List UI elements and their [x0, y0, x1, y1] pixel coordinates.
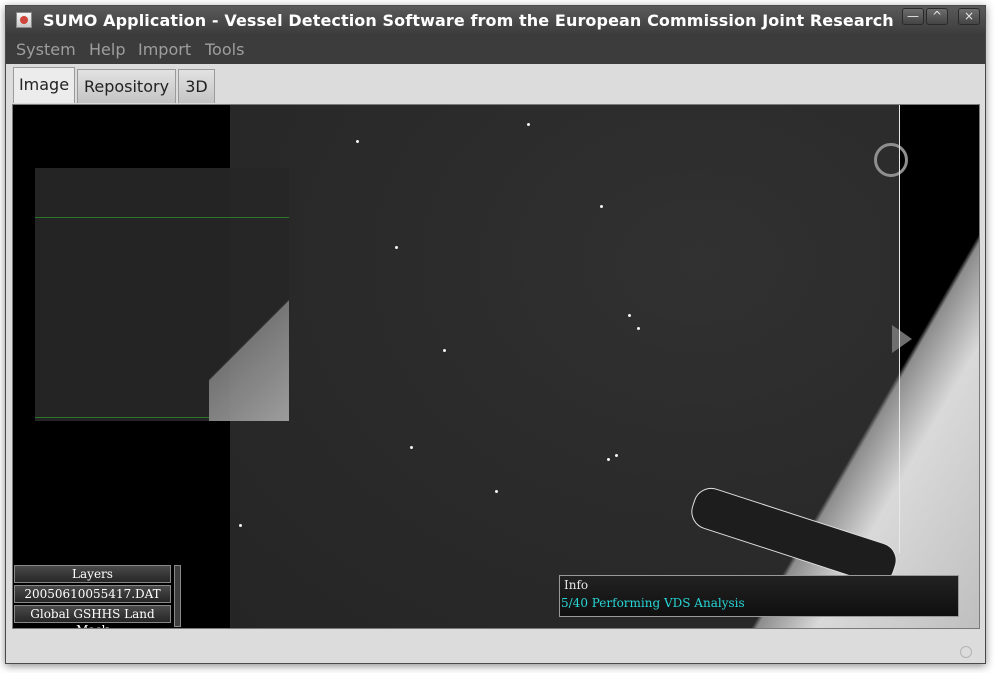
navigation-compass-icon[interactable] — [874, 143, 908, 177]
menu-system[interactable]: System — [16, 40, 76, 59]
layer-item-land-mask[interactable]: Global GSHHS Land Mask — [14, 605, 171, 628]
detected-vessel[interactable] — [356, 140, 359, 143]
layers-panel-title: Layers — [14, 565, 171, 583]
overview-frame-top — [35, 217, 289, 218]
maximize-button[interactable]: ^ — [926, 8, 948, 25]
close-icon: × — [963, 9, 975, 23]
busy-indicator-icon — [960, 646, 972, 658]
tab-3d[interactable]: 3D — [178, 69, 215, 103]
info-panel-title: Info — [564, 578, 589, 592]
close-button[interactable]: × — [958, 8, 980, 25]
detected-vessel[interactable] — [600, 205, 603, 208]
title-bar[interactable]: SUMO Application - Vessel Detection Soft… — [6, 6, 985, 36]
menu-import[interactable]: Import — [138, 40, 191, 59]
detected-vessel[interactable] — [615, 454, 618, 457]
analysis-status-text: 5/40 Performing VDS Analysis — [561, 596, 745, 610]
detected-vessel[interactable] — [527, 123, 530, 126]
layers-panel: Layers 20050610055417.DAT Global GSHHS L… — [14, 565, 181, 628]
minimize-button[interactable]: — — [902, 8, 924, 25]
detected-vessel[interactable] — [395, 246, 398, 249]
detected-vessel[interactable] — [637, 327, 640, 330]
detected-vessel[interactable] — [607, 458, 610, 461]
image-right-border — [899, 105, 900, 553]
tab-repository[interactable]: Repository — [77, 69, 176, 103]
detected-vessel[interactable] — [410, 446, 413, 449]
detected-vessel[interactable] — [628, 314, 631, 317]
menu-bar: System Help Import Tools — [6, 36, 985, 64]
detected-vessel[interactable] — [495, 490, 498, 493]
minimize-icon: — — [907, 9, 919, 23]
app-window: SUMO Application - Vessel Detection Soft… — [5, 5, 986, 664]
window-title: SUMO Application - Vessel Detection Soft… — [43, 11, 894, 30]
detected-vessel[interactable] — [443, 349, 446, 352]
main-content: Image Repository 3D Layers 2005061005541… — [6, 64, 985, 663]
menu-help[interactable]: Help — [89, 40, 125, 59]
layers-scrollbar[interactable] — [174, 565, 181, 627]
menu-tools[interactable]: Tools — [205, 40, 244, 59]
maximize-icon: ^ — [931, 9, 943, 23]
pan-right-arrow-icon[interactable] — [892, 325, 912, 353]
status-bar — [6, 632, 985, 663]
overview-coastline — [209, 298, 289, 421]
info-panel: Info 5/40 Performing VDS Analysis — [559, 575, 959, 617]
overview-map[interactable] — [35, 168, 289, 421]
image-viewer[interactable]: Layers 20050610055417.DAT Global GSHHS L… — [12, 104, 980, 629]
layer-item-image[interactable]: 20050610055417.DAT — [14, 585, 171, 603]
detected-vessel[interactable] — [239, 524, 242, 527]
tab-image[interactable]: Image — [13, 67, 75, 103]
java-app-icon — [16, 12, 32, 28]
